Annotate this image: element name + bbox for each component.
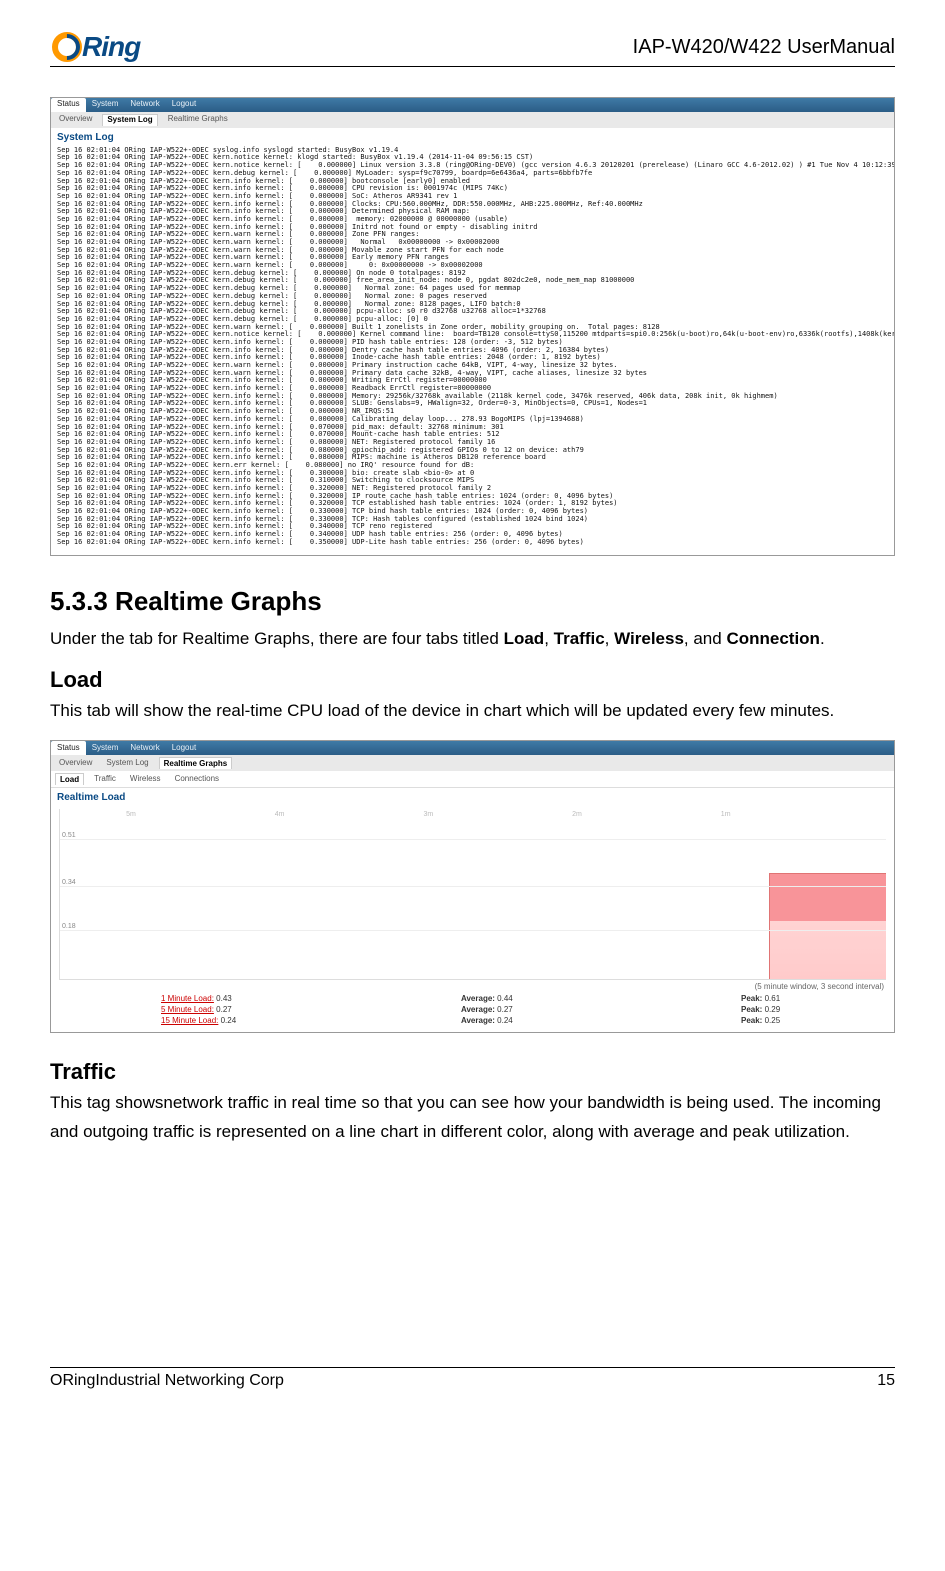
logo: Ring [50, 30, 140, 64]
section-heading: 5.3.3 Realtime Graphs [50, 586, 895, 617]
tab-logout[interactable]: Logout [166, 741, 202, 755]
bold-traffic: Traffic [554, 629, 605, 648]
load-paragraph: This tab will show the real-time CPU loa… [50, 697, 895, 726]
txt: , and [684, 629, 727, 648]
y-gridline: 0.34 [60, 886, 886, 887]
y-tick-label: 0.18 [62, 923, 76, 930]
load-chart: 0.18 0.34 0.51 5m 4m 3m 2m 1m [59, 809, 886, 980]
secondary-tabbar: Overview System Log Realtime Graphs [51, 112, 894, 128]
legend-peak-label: Peak: [741, 1016, 762, 1025]
x-tick-label: 1m [721, 811, 731, 818]
tab-realtime-graphs[interactable]: Realtime Graphs [159, 757, 233, 769]
panel-title: Realtime Load [51, 788, 894, 805]
panel-title: System Log [51, 128, 894, 145]
legend-row: 1 Minute Load: 0.43Average: 0.44Peak: 0.… [51, 993, 894, 1004]
x-tick-label: 5m [126, 811, 136, 818]
txt: , [544, 629, 553, 648]
footer-page-number: 15 [877, 1372, 895, 1390]
bold-wireless: Wireless [614, 629, 684, 648]
tab-network[interactable]: Network [124, 741, 165, 755]
tab-system[interactable]: System [86, 98, 125, 112]
logo-text: Ring [82, 31, 140, 63]
tab-logout[interactable]: Logout [166, 98, 202, 112]
page-header: Ring IAP-W420/W422 UserManual [50, 30, 895, 67]
tab-traffic[interactable]: Traffic [90, 773, 120, 785]
x-tick-label: 4m [275, 811, 285, 818]
secondary-tabbar: Overview System Log Realtime Graphs [51, 755, 894, 771]
tab-system[interactable]: System [86, 741, 125, 755]
footer-left: ORingIndustrial Networking Corp [50, 1372, 284, 1390]
bold-connection: Connection [726, 629, 820, 648]
legend-avg-label: Average: [461, 1005, 495, 1014]
legend-avg-label: Average: [461, 1016, 495, 1025]
section-intro: Under the tab for Realtime Graphs, there… [50, 625, 895, 654]
tab-connections[interactable]: Connections [171, 773, 223, 785]
legend-label: 1 Minute Load: [161, 994, 214, 1003]
tab-status[interactable]: Status [51, 741, 86, 755]
tab-realtime-graphs[interactable]: Realtime Graphs [164, 114, 232, 126]
legend-label: 5 Minute Load: [161, 1005, 214, 1014]
x-tick-label: 2m [572, 811, 582, 818]
legend-avg-label: Average: [461, 994, 495, 1003]
system-log-body: Sep 16 02:01:04 ORing IAP-W522+-0DEC sys… [51, 145, 894, 555]
chart-window-note: (5 minute window, 3 second interval) [51, 980, 894, 993]
legend: 1 Minute Load: 0.43Average: 0.44Peak: 0.… [51, 993, 894, 1026]
tab-overview[interactable]: Overview [55, 757, 96, 769]
legend-peak-label: Peak: [741, 1005, 762, 1014]
tab-overview[interactable]: Overview [55, 114, 96, 126]
legend-label: 15 Minute Load: [161, 1016, 218, 1025]
traffic-paragraph: This tag showsnetwork traffic in real ti… [50, 1089, 895, 1147]
y-tick-label: 0.34 [62, 879, 76, 886]
txt: Under the tab for Realtime Graphs, there… [50, 629, 504, 648]
tab-system-log[interactable]: System Log [102, 114, 157, 126]
tertiary-tabbar: Load Traffic Wireless Connections [51, 771, 894, 788]
tab-load[interactable]: Load [55, 773, 84, 785]
y-gridline: 0.18 [60, 930, 886, 931]
tab-network[interactable]: Network [124, 98, 165, 112]
screenshot-realtime-load: StatusSystemNetworkLogout Overview System… [50, 740, 895, 1033]
legend-row: 15 Minute Load: 0.24Average: 0.24Peak: 0… [51, 1015, 894, 1026]
tab-wireless[interactable]: Wireless [126, 773, 165, 785]
bold-load: Load [504, 629, 545, 648]
legend-row: 5 Minute Load: 0.27Average: 0.27Peak: 0.… [51, 1004, 894, 1015]
x-tick-label: 3m [423, 811, 433, 818]
load-heading: Load [50, 667, 895, 693]
traffic-heading: Traffic [50, 1059, 895, 1085]
y-gridline: 0.51 [60, 839, 886, 840]
tab-status[interactable]: Status [51, 98, 86, 112]
txt: , [605, 629, 614, 648]
doc-title: IAP-W420/W422 UserManual [633, 30, 895, 59]
y-tick-label: 0.51 [62, 832, 76, 839]
oring-logo-icon [50, 30, 84, 64]
chart-fill-series [769, 873, 886, 979]
legend-peak-label: Peak: [741, 994, 762, 1003]
txt: . [820, 629, 825, 648]
tab-system-log[interactable]: System Log [102, 757, 152, 769]
primary-tabbar: StatusSystemNetworkLogout [51, 741, 894, 755]
screenshot-system-log: StatusSystemNetworkLogout Overview System… [50, 97, 895, 556]
primary-tabbar: StatusSystemNetworkLogout [51, 98, 894, 112]
page-footer: ORingIndustrial Networking Corp 15 [50, 1367, 895, 1390]
